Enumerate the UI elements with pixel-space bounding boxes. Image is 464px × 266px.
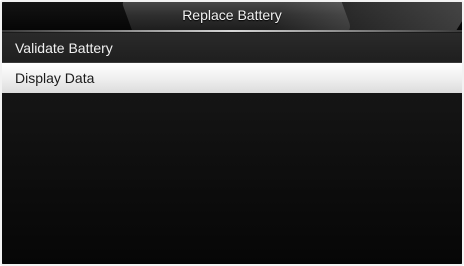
device-screen: Replace Battery Validate Battery Display… (0, 0, 464, 266)
title-bar: Replace Battery (2, 2, 462, 31)
title-divider (2, 30, 462, 32)
menu-item-validate-battery[interactable]: Validate Battery (2, 33, 462, 63)
page-title: Replace Battery (182, 7, 282, 23)
menu-item-display-data[interactable]: Display Data (2, 63, 462, 93)
menu-list: Validate Battery Display Data (2, 32, 462, 264)
